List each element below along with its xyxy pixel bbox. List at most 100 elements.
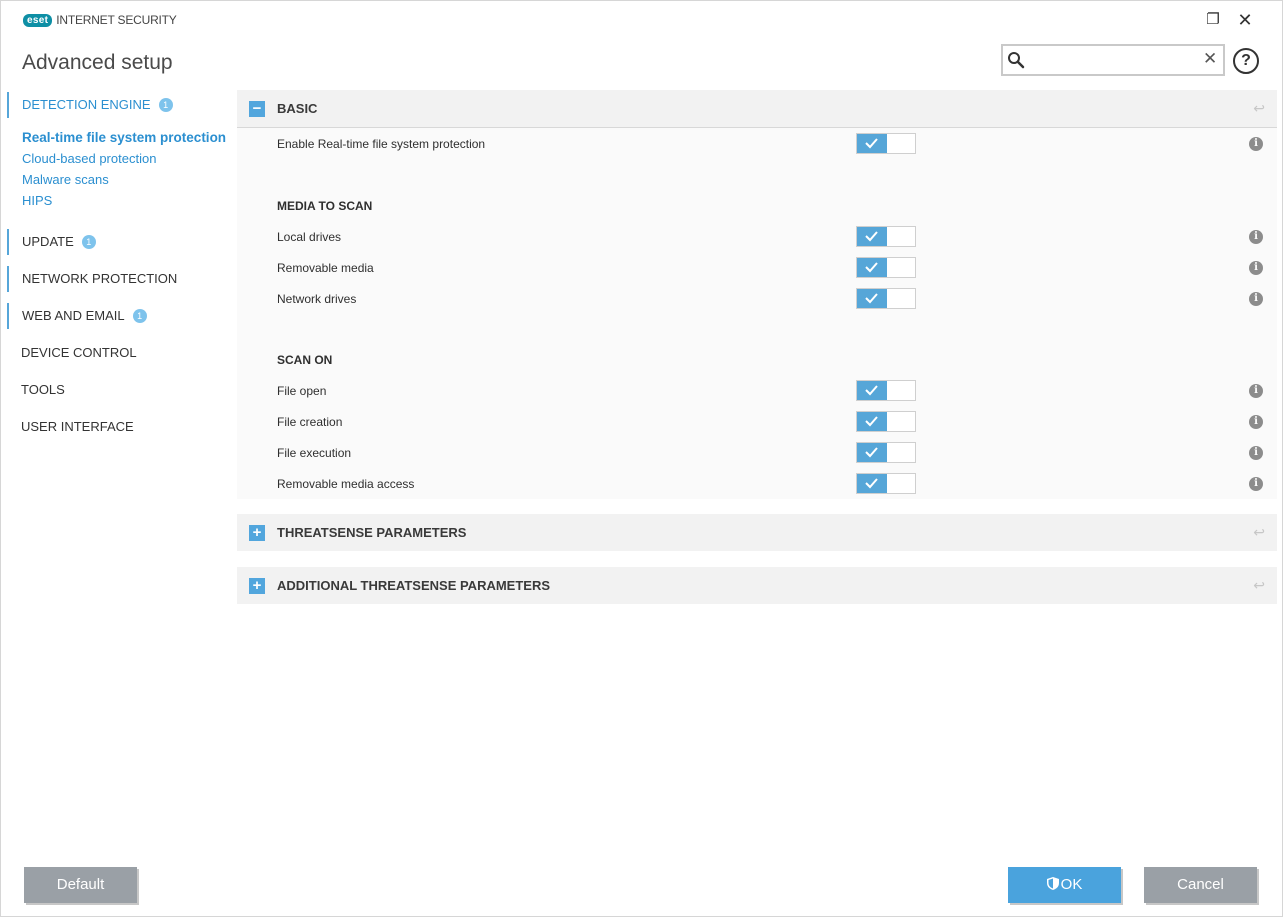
local-drives-toggle[interactable] bbox=[856, 226, 916, 247]
section-header-threatsense[interactable]: + THREATSENSE PARAMETERS ↩ bbox=[237, 514, 1277, 551]
group-header-row: SCAN ON bbox=[237, 344, 1277, 375]
info-icon[interactable]: i bbox=[1249, 137, 1263, 151]
setting-label: Removable media bbox=[277, 261, 374, 275]
group-title-scan-on: SCAN ON bbox=[277, 353, 333, 367]
check-icon bbox=[865, 231, 878, 242]
section-header-additional-threatsense[interactable]: + ADDITIONAL THREATSENSE PARAMETERS ↩ bbox=[237, 567, 1277, 604]
check-icon bbox=[865, 416, 878, 427]
expand-icon[interactable]: + bbox=[249, 578, 265, 594]
file-execution-toggle[interactable] bbox=[856, 442, 916, 463]
info-icon[interactable]: i bbox=[1249, 292, 1263, 306]
removable-media-toggle[interactable] bbox=[856, 257, 916, 278]
page-title: Advanced setup bbox=[22, 51, 173, 74]
toggle-on-state bbox=[857, 443, 887, 462]
sidebar-subitem-hips[interactable]: HIPS bbox=[22, 193, 52, 208]
sidebar-item-tools[interactable]: TOOLS bbox=[7, 377, 65, 403]
default-button[interactable]: Default bbox=[24, 867, 137, 903]
info-icon[interactable]: i bbox=[1249, 230, 1263, 244]
sidebar-subitem-realtime-protection[interactable]: Real-time file system protection bbox=[22, 130, 226, 145]
ok-button-label: OK bbox=[1060, 876, 1083, 893]
sidebar-item-network-protection[interactable]: NETWORK PROTECTION bbox=[7, 266, 177, 292]
section-title: BASIC bbox=[277, 101, 318, 116]
enable-realtime-toggle[interactable] bbox=[856, 133, 916, 154]
group-header-row: MEDIA TO SCAN bbox=[237, 190, 1277, 221]
setting-row: File creation i bbox=[237, 406, 1277, 437]
file-creation-toggle[interactable] bbox=[856, 411, 916, 432]
toggle-on-state bbox=[857, 258, 887, 277]
info-icon[interactable]: i bbox=[1249, 384, 1263, 398]
setting-label: Local drives bbox=[277, 230, 342, 244]
spacer bbox=[237, 159, 1277, 190]
toggle-on-state bbox=[857, 381, 887, 400]
clear-search-icon[interactable]: ✕ bbox=[1203, 49, 1217, 69]
spacer bbox=[237, 314, 1277, 345]
revert-icon[interactable]: ↩ bbox=[1253, 524, 1265, 541]
network-drives-toggle[interactable] bbox=[856, 288, 916, 309]
search-box[interactable]: ✕ bbox=[1001, 44, 1225, 76]
setting-row: Removable media i bbox=[237, 252, 1277, 283]
sidebar-subitem-cloud-protection[interactable]: Cloud-based protection bbox=[22, 151, 156, 166]
check-icon bbox=[865, 447, 878, 458]
info-icon[interactable]: i bbox=[1249, 261, 1263, 275]
sidebar-item-label: NETWORK PROTECTION bbox=[22, 271, 178, 286]
revert-icon[interactable]: ↩ bbox=[1253, 100, 1265, 117]
setting-row: File open i bbox=[237, 375, 1277, 406]
sidebar-item-update[interactable]: UPDATE 1 bbox=[7, 229, 96, 255]
expand-icon[interactable]: + bbox=[249, 525, 265, 541]
removable-media-access-toggle[interactable] bbox=[856, 473, 916, 494]
sidebar-item-device-control[interactable]: DEVICE CONTROL bbox=[7, 340, 137, 366]
toggle-on-state bbox=[857, 227, 887, 246]
search-icon bbox=[1008, 52, 1025, 69]
sidebar-item-label: DETECTION ENGINE bbox=[22, 97, 151, 112]
cancel-button[interactable]: Cancel bbox=[1144, 867, 1257, 903]
ok-button[interactable]: OK bbox=[1008, 867, 1121, 903]
toggle-on-state bbox=[857, 474, 887, 493]
setting-label: Network drives bbox=[277, 292, 357, 306]
collapse-icon[interactable]: − bbox=[249, 101, 265, 117]
eset-logo: eset INTERNET SECURITY bbox=[23, 13, 177, 27]
sidebar-item-label: DEVICE CONTROL bbox=[21, 345, 137, 360]
close-window-icon[interactable]: ✕ bbox=[1234, 9, 1256, 31]
title-bar: eset INTERNET SECURITY ❐ ✕ bbox=[1, 1, 1282, 39]
notification-badge: 1 bbox=[158, 98, 173, 112]
info-icon[interactable]: i bbox=[1249, 446, 1263, 460]
setting-row: Network drives i bbox=[237, 283, 1277, 314]
setting-row: Local drives i bbox=[237, 221, 1277, 252]
setting-label: File execution bbox=[277, 446, 352, 460]
setting-label: File creation bbox=[277, 415, 343, 429]
file-open-toggle[interactable] bbox=[856, 380, 916, 401]
section-title: THREATSENSE PARAMETERS bbox=[277, 525, 467, 540]
notification-badge: 1 bbox=[132, 309, 147, 323]
toggle-on-state bbox=[857, 289, 887, 308]
setting-label: File open bbox=[277, 384, 327, 398]
restore-window-icon[interactable]: ❐ bbox=[1202, 9, 1224, 31]
toggle-on-state bbox=[857, 134, 887, 153]
check-icon bbox=[865, 293, 878, 304]
sidebar-item-detection-engine[interactable]: DETECTION ENGINE 1 bbox=[7, 92, 173, 118]
check-icon bbox=[865, 385, 878, 396]
setting-row: File execution i bbox=[237, 437, 1277, 468]
sidebar-item-label: TOOLS bbox=[21, 382, 65, 397]
setting-row: Enable Real-time file system protection … bbox=[237, 128, 1277, 159]
sidebar-item-label: WEB AND EMAIL bbox=[22, 308, 125, 323]
search-input[interactable] bbox=[1029, 50, 1199, 70]
check-icon bbox=[865, 262, 878, 273]
section-header-basic[interactable]: − BASIC ↩ bbox=[237, 90, 1277, 127]
info-icon[interactable]: i bbox=[1249, 415, 1263, 429]
sidebar-item-label: USER INTERFACE bbox=[21, 419, 134, 434]
setting-label: Enable Real-time file system protection bbox=[277, 137, 486, 151]
sidebar-item-web-and-email[interactable]: WEB AND EMAIL 1 bbox=[7, 303, 147, 329]
shield-icon bbox=[1046, 877, 1059, 890]
sidebar-item-user-interface[interactable]: USER INTERFACE bbox=[7, 414, 134, 440]
revert-icon[interactable]: ↩ bbox=[1253, 577, 1265, 594]
section-title: ADDITIONAL THREATSENSE PARAMETERS bbox=[277, 578, 551, 593]
help-icon[interactable]: ? bbox=[1233, 48, 1259, 74]
check-icon bbox=[865, 138, 878, 149]
info-icon[interactable]: i bbox=[1249, 477, 1263, 491]
toggle-on-state bbox=[857, 412, 887, 431]
sidebar-item-label: UPDATE bbox=[22, 234, 74, 249]
setting-label: Removable media access bbox=[277, 477, 415, 491]
logo-badge: eset bbox=[23, 13, 53, 27]
sidebar-subitem-malware-scans[interactable]: Malware scans bbox=[22, 172, 109, 187]
product-name: INTERNET SECURITY bbox=[56, 13, 177, 27]
